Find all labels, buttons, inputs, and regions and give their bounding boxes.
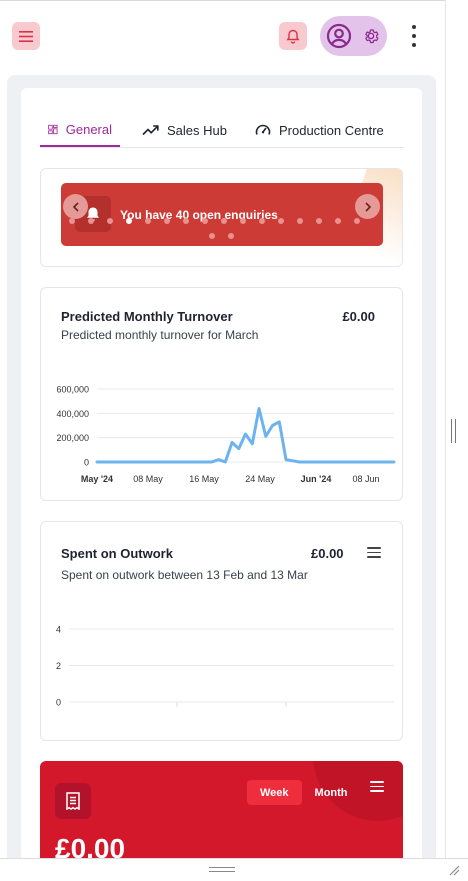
carousel-dot[interactable]	[209, 233, 215, 239]
y-tick-label: 200,000	[56, 433, 89, 443]
hamburger-line	[370, 785, 384, 788]
tab-general[interactable]: General	[40, 113, 120, 147]
tab-sales-hub[interactable]: Sales Hub	[134, 113, 235, 147]
x-tick-label: 16 May	[189, 474, 219, 484]
trending-up-icon	[142, 125, 159, 136]
menu-button[interactable]	[12, 22, 40, 50]
bottom-resize-bar	[0, 858, 468, 881]
y-tick-label: 400,000	[56, 409, 89, 419]
window-edge	[445, 0, 468, 858]
top-app-bar	[0, 0, 445, 72]
notification-carousel-card: You have 40 open enquiries	[40, 168, 403, 267]
card-menu-button[interactable]	[370, 781, 384, 792]
gear-icon[interactable]	[362, 27, 380, 45]
bell-icon	[286, 29, 300, 44]
x-tick-label: May '24	[81, 474, 113, 484]
carousel-dot[interactable]	[183, 218, 189, 224]
x-tick-label: 24 May	[245, 474, 275, 484]
resize-grip[interactable]	[451, 419, 456, 443]
tab-label: Production Centre	[278, 122, 384, 138]
carousel-dot[interactable]	[240, 218, 246, 224]
carousel-dot[interactable]	[202, 218, 208, 224]
receipt-icon-box	[55, 783, 91, 819]
x-tick-label: 08 May	[133, 474, 163, 484]
y-tick-label: 0	[56, 698, 61, 708]
outwork-card: Spent on Outwork £0.00 Spent on outwork …	[40, 521, 403, 741]
receipt-icon	[66, 792, 80, 810]
carousel-dot[interactable]	[316, 218, 322, 224]
series-line	[95, 407, 396, 464]
kebab-dot	[412, 43, 416, 47]
chevron-right-icon	[364, 201, 371, 212]
carousel-dot[interactable]	[107, 218, 113, 224]
week-toggle-button[interactable]: Week	[247, 780, 302, 805]
dashboard-tabs: General Sales Hub Production Centre	[40, 113, 404, 148]
dashboard-icon	[48, 124, 58, 134]
carousel-next-button[interactable]	[355, 194, 380, 219]
turnover-card: Predicted Monthly Turnover £0.00 Predict…	[40, 287, 403, 501]
carousel-dot[interactable]	[88, 218, 94, 224]
profile-menu[interactable]	[320, 16, 387, 56]
period-toggle: Week Month	[247, 780, 361, 805]
outwork-line-chart: 4 2 0	[56, 625, 394, 708]
speedometer-icon	[255, 124, 271, 135]
tab-label: General	[65, 121, 112, 137]
carousel-dots-row-1	[69, 218, 360, 224]
hamburger-line	[370, 781, 384, 783]
notifications-button[interactable]	[279, 22, 307, 50]
carousel-dot[interactable]	[297, 218, 303, 224]
account-circle-icon[interactable]	[326, 23, 352, 49]
hamburger-icon	[19, 30, 33, 42]
x-tick-label: Jun '24	[301, 474, 332, 484]
x-tick-label: 08 Jun	[352, 474, 379, 484]
y-tick-label: 2	[56, 661, 61, 671]
turnover-line-chart: 600,000 400,000 200,000 0 May '24 08 May 16 Ma…	[56, 385, 396, 484]
kebab-dot	[412, 34, 416, 38]
carousel-dot[interactable]	[69, 218, 75, 224]
month-toggle-button[interactable]: Month	[302, 780, 361, 805]
sales-summary-card: Week Month £0.00	[40, 761, 403, 871]
tab-production-centre[interactable]: Production Centre	[247, 113, 392, 147]
resize-corner-icon[interactable]	[448, 864, 460, 876]
carousel-dot[interactable]	[335, 218, 341, 224]
hamburger-line	[370, 790, 384, 792]
carousel-dot[interactable]	[228, 233, 234, 239]
carousel-dot[interactable]	[164, 218, 170, 224]
carousel-prev-button[interactable]	[63, 194, 88, 219]
carousel-dot[interactable]	[278, 218, 284, 224]
carousel-dots-row-2	[209, 233, 234, 239]
carousel-dot[interactable]	[221, 218, 227, 224]
chevron-left-icon	[72, 201, 79, 212]
carousel-dot[interactable]	[145, 218, 151, 224]
carousel-dot[interactable]	[354, 218, 360, 224]
y-tick-label: 0	[84, 458, 89, 468]
more-options-button[interactable]	[404, 25, 424, 47]
carousel-dot[interactable]	[259, 218, 265, 224]
carousel-dot[interactable]	[126, 218, 132, 224]
tab-label: Sales Hub	[167, 122, 227, 138]
y-tick-label: 600,000	[56, 385, 89, 395]
y-tick-label: 4	[56, 625, 61, 635]
drag-handle[interactable]	[209, 867, 235, 872]
kebab-dot	[412, 25, 416, 29]
